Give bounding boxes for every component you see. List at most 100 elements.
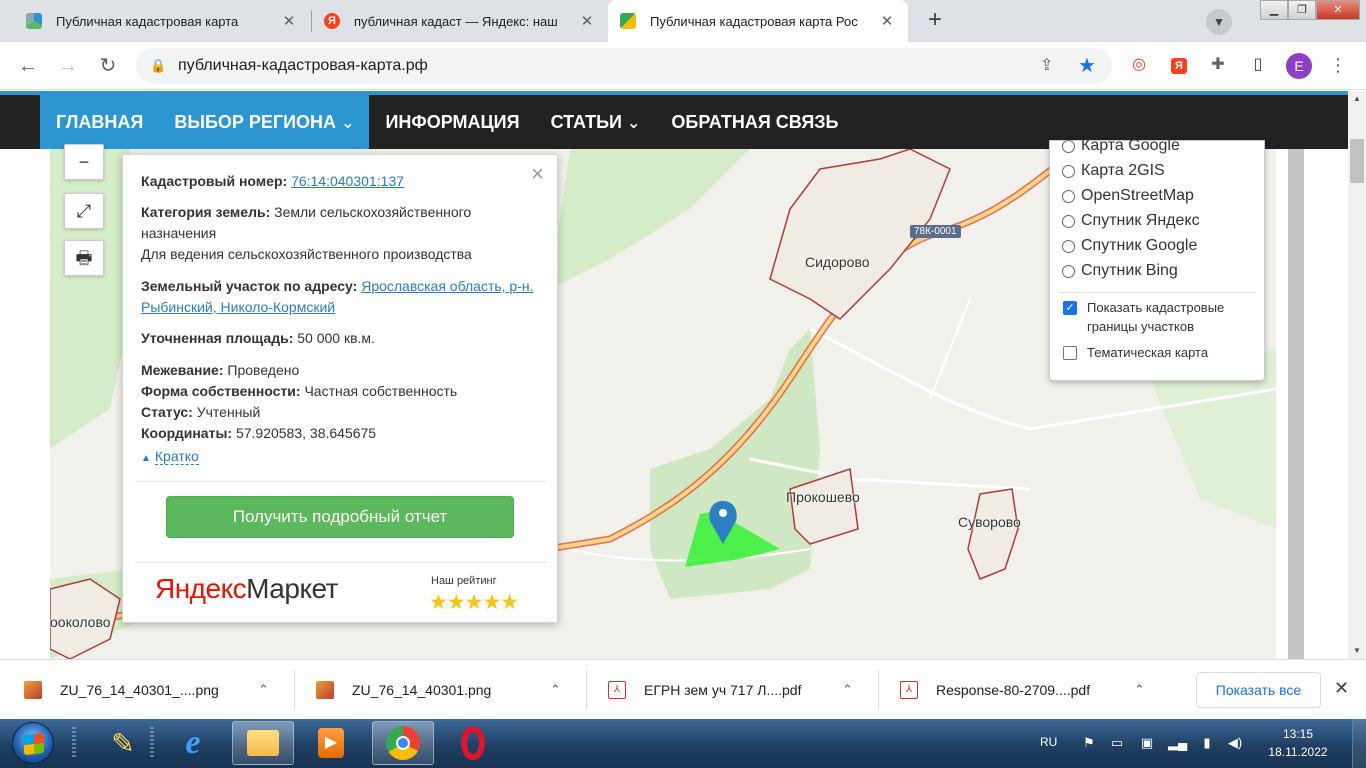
- tab-search-button[interactable]: ▼: [1206, 9, 1232, 35]
- download-item[interactable]: ZU_76_14_40301_....png ⌃: [24, 660, 269, 720]
- radio-icon[interactable]: [1062, 264, 1075, 278]
- reload-button[interactable]: ↻: [94, 52, 122, 80]
- chevron-up-icon[interactable]: ⌃: [550, 682, 561, 698]
- scroll-down-icon[interactable]: ▼: [1348, 643, 1366, 659]
- nav-item-feedback[interactable]: ОБРАТНАЯ СВЯЗЬ: [655, 91, 853, 149]
- png-file-icon: [24, 681, 42, 699]
- clock[interactable]: 13:15 18.11.2022: [1265, 725, 1331, 761]
- taskbar-app-ie[interactable]: e: [162, 721, 224, 765]
- bookmark-star-icon[interactable]: ★: [1078, 53, 1096, 78]
- back-button[interactable]: ←: [14, 52, 42, 80]
- checkbox-checked-icon[interactable]: ✓: [1063, 301, 1077, 315]
- brief-toggle[interactable]: ▲ Кратко: [141, 446, 541, 469]
- chevron-up-icon[interactable]: ⌃: [1134, 682, 1145, 698]
- opera-icon: [461, 726, 485, 760]
- address-bar[interactable]: 🔒 публичная-кадастровая-карта.рф ⇪ ★: [136, 48, 1112, 84]
- browser-tab-strip: Публичная кадастровая карта ✕ Я публична…: [0, 0, 1366, 42]
- scrollbar-thumb[interactable]: [1350, 139, 1364, 183]
- show-desktop-button[interactable]: [1352, 719, 1366, 768]
- forward-button[interactable]: →: [54, 52, 82, 80]
- radio-icon[interactable]: [1062, 139, 1075, 153]
- target-icon[interactable]: ◎: [1128, 54, 1150, 76]
- taskbar-app-chrome[interactable]: [372, 721, 434, 765]
- status-value: Учтенный: [196, 404, 261, 420]
- menu-kebab-icon[interactable]: ⋮: [1327, 54, 1349, 76]
- radio-icon[interactable]: [1062, 164, 1075, 178]
- browser-tab-3[interactable]: Публичная кадастровая карта Рос ✕: [608, 0, 908, 42]
- download-item[interactable]: ⅄ Response-80-2709....pdf ⌃: [900, 660, 1145, 720]
- download-item[interactable]: ZU_76_14_40301.png ⌃: [316, 660, 561, 720]
- volume-icon[interactable]: ◀): [1226, 735, 1244, 751]
- flag-warning-icon[interactable]: ⚑: [1080, 735, 1098, 751]
- minimize-button[interactable]: ▁: [1260, 0, 1288, 20]
- layer-option-2gis[interactable]: Карта 2GIS: [1062, 162, 1165, 180]
- chevron-up-icon[interactable]: ⌃: [842, 682, 853, 698]
- scroll-up-icon[interactable]: ▲: [1348, 91, 1366, 107]
- get-report-button[interactable]: Получить подробный отчет: [166, 496, 514, 538]
- wizard-icon: ✎: [111, 727, 135, 759]
- cadastral-number-link[interactable]: 76:14:040301:137: [291, 173, 404, 189]
- print-button[interactable]: 🖶: [64, 240, 104, 276]
- close-tab-icon[interactable]: ✕: [578, 12, 596, 30]
- monitor-icon[interactable]: ▭: [1108, 735, 1126, 751]
- show-all-downloads-button[interactable]: Показать все: [1196, 672, 1321, 708]
- taskbar-app-media[interactable]: ▶: [300, 721, 362, 765]
- new-tab-button[interactable]: +: [921, 7, 949, 35]
- ownership-value: Частная собственность: [304, 383, 458, 399]
- nav-item-region[interactable]: ВЫБОР РЕГИОНА ⌄: [158, 91, 370, 149]
- yandex-market-logo[interactable]: ЯндексМаркет: [155, 573, 338, 605]
- reload-icon: ↻: [99, 55, 117, 77]
- layer-option-osm[interactable]: OpenStreetMap: [1062, 187, 1194, 205]
- arrow-right-icon: →: [58, 55, 78, 77]
- browser-tab-2[interactable]: Я публичная кадаст — Яндекс: наш ✕: [312, 0, 608, 42]
- download-item[interactable]: ⅄ ЕГРН зем уч 717 Л....pdf ⌃: [608, 660, 853, 720]
- nav-item-info[interactable]: ИНФОРМАЦИЯ: [369, 91, 534, 149]
- checkbox-icon[interactable]: [1063, 346, 1077, 360]
- chevron-up-icon[interactable]: ⌃: [258, 682, 269, 698]
- close-icon[interactable]: ✕: [1334, 678, 1349, 699]
- nav-item-home[interactable]: ГЛАВНАЯ: [40, 91, 159, 149]
- fullscreen-button[interactable]: ⤢: [64, 193, 104, 229]
- battery-icon[interactable]: ▮: [1198, 735, 1216, 751]
- layer-option-bing-sat[interactable]: Спутник Bing: [1062, 262, 1178, 280]
- sidepanel-icon[interactable]: ▯: [1247, 54, 1269, 76]
- share-icon[interactable]: ⇪: [1040, 55, 1053, 75]
- printer-icon: 🖶: [75, 248, 93, 268]
- start-button[interactable]: [12, 722, 54, 764]
- browser-toolbar: ← → ↻ 🔒 публичная-кадастровая-карта.рф ⇪…: [0, 42, 1366, 90]
- pdf-file-icon: ⅄: [900, 681, 918, 699]
- internet-explorer-icon: e: [185, 724, 201, 761]
- yandex-icon[interactable]: Я: [1168, 54, 1190, 76]
- nav-item-articles[interactable]: СТАТЬИ ⌄: [535, 91, 656, 149]
- thematic-map-checkbox[interactable]: Тематическая карта: [1062, 343, 1208, 362]
- zoom-out-button[interactable]: −: [64, 144, 104, 180]
- browser-tab-1[interactable]: Публичная кадастровая карта ✕: [14, 0, 310, 42]
- radio-icon[interactable]: [1062, 189, 1075, 203]
- url-text[interactable]: публичная-кадастровая-карта.рф: [178, 57, 428, 75]
- layer-option-google-sat[interactable]: Спутник Google: [1062, 237, 1197, 255]
- keyboard-icon[interactable]: ▣: [1138, 735, 1156, 751]
- show-boundaries-checkbox[interactable]: ✓ Показать кадастровые границы участков: [1062, 298, 1252, 336]
- window-close-button[interactable]: ✕: [1316, 0, 1360, 20]
- road-sign: 78К-0001: [910, 225, 961, 238]
- taskbar-app-opera[interactable]: [442, 721, 504, 765]
- cadastral-favicon-icon: [26, 13, 42, 29]
- close-tab-icon[interactable]: ✕: [280, 12, 298, 30]
- download-bar: ZU_76_14_40301_....png ⌃ ZU_76_14_40301.…: [0, 659, 1366, 719]
- profile-avatar[interactable]: E: [1286, 53, 1312, 79]
- taskbar-app-explorer[interactable]: [232, 721, 294, 765]
- layer-option-google-map[interactable]: Карта Google: [1062, 137, 1180, 155]
- signal-icon[interactable]: ▂▄: [1168, 735, 1187, 751]
- chevron-down-icon: ⌄: [626, 115, 641, 132]
- layer-option-yandex-sat[interactable]: Спутник Яндекс: [1062, 212, 1200, 230]
- language-indicator[interactable]: RU: [1040, 735, 1057, 749]
- lock-icon[interactable]: 🔒: [150, 58, 166, 74]
- close-tab-icon[interactable]: ✕: [878, 12, 896, 30]
- maximize-button[interactable]: ❐: [1288, 0, 1316, 20]
- radio-icon[interactable]: [1062, 239, 1075, 253]
- radio-icon[interactable]: [1062, 214, 1075, 228]
- puzzle-icon[interactable]: ✚: [1207, 54, 1229, 76]
- page-scrollbar[interactable]: ▲ ▼: [1348, 91, 1366, 659]
- map-favicon-icon: [620, 13, 636, 29]
- taskbar-app-wizard[interactable]: ✎: [92, 721, 154, 765]
